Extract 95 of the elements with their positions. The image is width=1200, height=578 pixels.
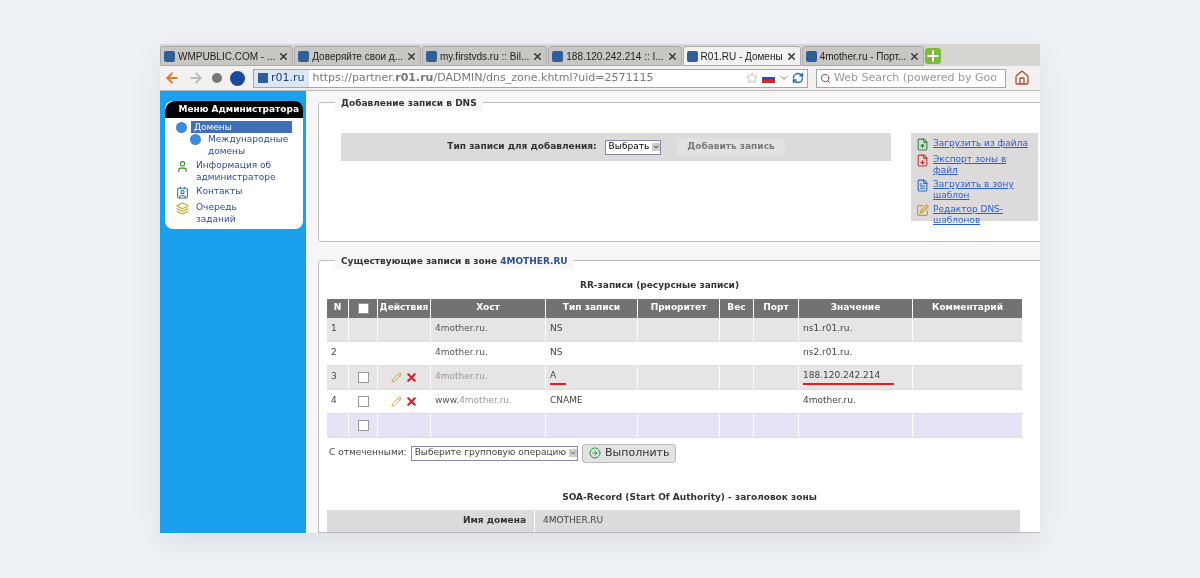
tab-title: 188.120.242.214 :: I... bbox=[566, 49, 664, 64]
dropdown-arrow-icon bbox=[569, 449, 577, 457]
file-link[interactable]: Загрузить в зону шаблон bbox=[933, 179, 1033, 201]
bulk-operation-select[interactable]: Выберите групповую операцию bbox=[410, 445, 578, 461]
table-cell: 1 bbox=[331, 322, 337, 336]
table-cell: CNAME bbox=[550, 394, 583, 408]
file-upload-icon bbox=[916, 138, 929, 151]
execute-button[interactable]: Выполнить bbox=[582, 443, 677, 463]
menu-item[interactable]: Контакты bbox=[193, 185, 246, 197]
menu-item[interactable]: Международные домены bbox=[205, 133, 291, 157]
column-header: Значение bbox=[830, 301, 881, 315]
table-cell: 188.120.242.214 bbox=[803, 369, 895, 385]
checkbox[interactable] bbox=[357, 371, 369, 383]
menu-item[interactable]: Очередь заданий bbox=[193, 201, 279, 225]
table-cell: NS bbox=[550, 346, 563, 360]
browser-tab[interactable]: my.firstvds.ru :: Bil... bbox=[422, 46, 548, 66]
favicon-icon bbox=[164, 50, 175, 62]
tab-title: Доверяйте свои д... bbox=[312, 49, 403, 64]
close-icon[interactable] bbox=[785, 50, 797, 62]
table-cell: 4mother.ru. bbox=[435, 370, 488, 384]
checkbox[interactable] bbox=[357, 395, 369, 407]
column-header: Тип записи bbox=[562, 301, 621, 315]
file-link[interactable]: Экспорт зоны в файл bbox=[933, 154, 1033, 176]
file-link[interactable]: Загрузить из файла bbox=[933, 138, 1028, 149]
browser-tab[interactable]: 188.120.242.214 :: I... bbox=[548, 46, 682, 66]
menu-item[interactable]: Информация об администраторе bbox=[193, 159, 279, 183]
column-header: Порт bbox=[763, 301, 789, 315]
record-type-select[interactable]: Выбрать bbox=[604, 139, 662, 155]
table-cell: 3 bbox=[331, 370, 337, 384]
table-cell: 2 bbox=[331, 346, 337, 360]
bookmark-star-icon[interactable] bbox=[746, 72, 758, 84]
favicon-icon bbox=[426, 50, 437, 62]
checkbox[interactable] bbox=[357, 419, 369, 431]
field-label: Имя домена bbox=[463, 514, 526, 528]
column-header: Приоритет bbox=[650, 301, 707, 315]
table-title: SOA-Record (Start Of Authority) - заголовок зоны bbox=[562, 490, 817, 504]
user-icon bbox=[176, 160, 189, 173]
layers-icon bbox=[176, 202, 189, 215]
dropdown-icon[interactable] bbox=[779, 73, 789, 83]
table-cell: 4mother.ru. bbox=[803, 394, 856, 408]
table-title: RR-записи (ресурсные записи) bbox=[580, 279, 739, 292]
browser-tab[interactable]: 4mother.ru - Порт... bbox=[801, 46, 925, 66]
bulk-label: С отмеченными: bbox=[329, 446, 407, 460]
tab-title: R01.RU - Домены bbox=[700, 49, 783, 64]
browser-tab[interactable]: R01.RU - Домены bbox=[682, 46, 801, 66]
site-identity[interactable]: r01.ru bbox=[254, 69, 309, 87]
checkbox[interactable] bbox=[357, 302, 369, 314]
column-header: Хост bbox=[476, 301, 500, 315]
table-cell: 4 bbox=[331, 394, 337, 408]
address-bar[interactable]: r01.ru https://partner.r01.ru/DADMIN/dns_zone.khtml?uid=2571115 bbox=[253, 68, 808, 88]
favicon-icon bbox=[686, 50, 698, 62]
reload-icon[interactable] bbox=[792, 72, 804, 84]
section-title: Добавление записи в DNS bbox=[335, 97, 483, 111]
delete-icon[interactable] bbox=[404, 394, 418, 408]
browser-tab[interactable]: WMPUBLIC.COM - ... bbox=[160, 46, 294, 66]
url-text: https://partner.r01.ru/DADMIN/dns_zone.khtml?uid=2571115 bbox=[311, 69, 655, 86]
tab-title: my.firstvds.ru :: Bil... bbox=[440, 49, 530, 64]
table-cell: ns1.r01.ru. bbox=[803, 322, 853, 336]
file-export-icon bbox=[916, 154, 929, 167]
close-icon[interactable] bbox=[406, 50, 417, 62]
menu-item[interactable]: Домены bbox=[191, 121, 292, 133]
favicon-icon bbox=[805, 50, 817, 62]
search-icon bbox=[820, 72, 831, 84]
close-icon[interactable] bbox=[278, 50, 290, 62]
close-icon[interactable] bbox=[532, 50, 544, 62]
delete-icon[interactable] bbox=[404, 370, 418, 384]
table-cell: 4mother.ru. bbox=[435, 346, 488, 360]
pencil-note-icon bbox=[916, 204, 929, 217]
table-cell: NS bbox=[550, 322, 563, 336]
column-header: N bbox=[333, 301, 342, 315]
field-value: 4MOTHER.RU bbox=[543, 514, 604, 528]
column-header: Вес bbox=[727, 301, 746, 315]
column-header: Комментарий bbox=[932, 301, 1003, 315]
column-header: Действия bbox=[379, 301, 429, 315]
menu-title: Меню Администратора bbox=[165, 101, 303, 118]
back-icon[interactable] bbox=[164, 70, 180, 86]
section-title: Существующие записи в зоне 4MOTHER.RU bbox=[335, 255, 574, 269]
tab-title: 4mother.ru - Порт... bbox=[819, 49, 907, 64]
table-cell: www.4mother.ru. bbox=[435, 394, 512, 408]
file-link[interactable]: Редактор DNS-шаблонов bbox=[933, 204, 1033, 226]
close-icon[interactable] bbox=[666, 50, 678, 62]
home-icon[interactable] bbox=[1014, 70, 1030, 86]
field-label: Тип записи для добавления: bbox=[447, 140, 597, 154]
close-icon[interactable] bbox=[909, 50, 921, 62]
browser-tab[interactable]: Доверяйте свои д... bbox=[294, 46, 421, 66]
dropdown-arrow-icon bbox=[652, 143, 661, 151]
table-cell: A bbox=[550, 369, 567, 385]
table-cell: 4mother.ru. bbox=[435, 322, 488, 336]
favicon-icon bbox=[298, 50, 310, 62]
tab-title: WMPUBLIC.COM - ... bbox=[178, 49, 276, 64]
table-cell: ns2.r01.ru. bbox=[803, 346, 853, 360]
arrow-circle-icon bbox=[589, 447, 601, 459]
favicon-icon bbox=[552, 50, 564, 62]
contact-card-icon bbox=[176, 186, 189, 199]
document-icon bbox=[916, 179, 929, 192]
